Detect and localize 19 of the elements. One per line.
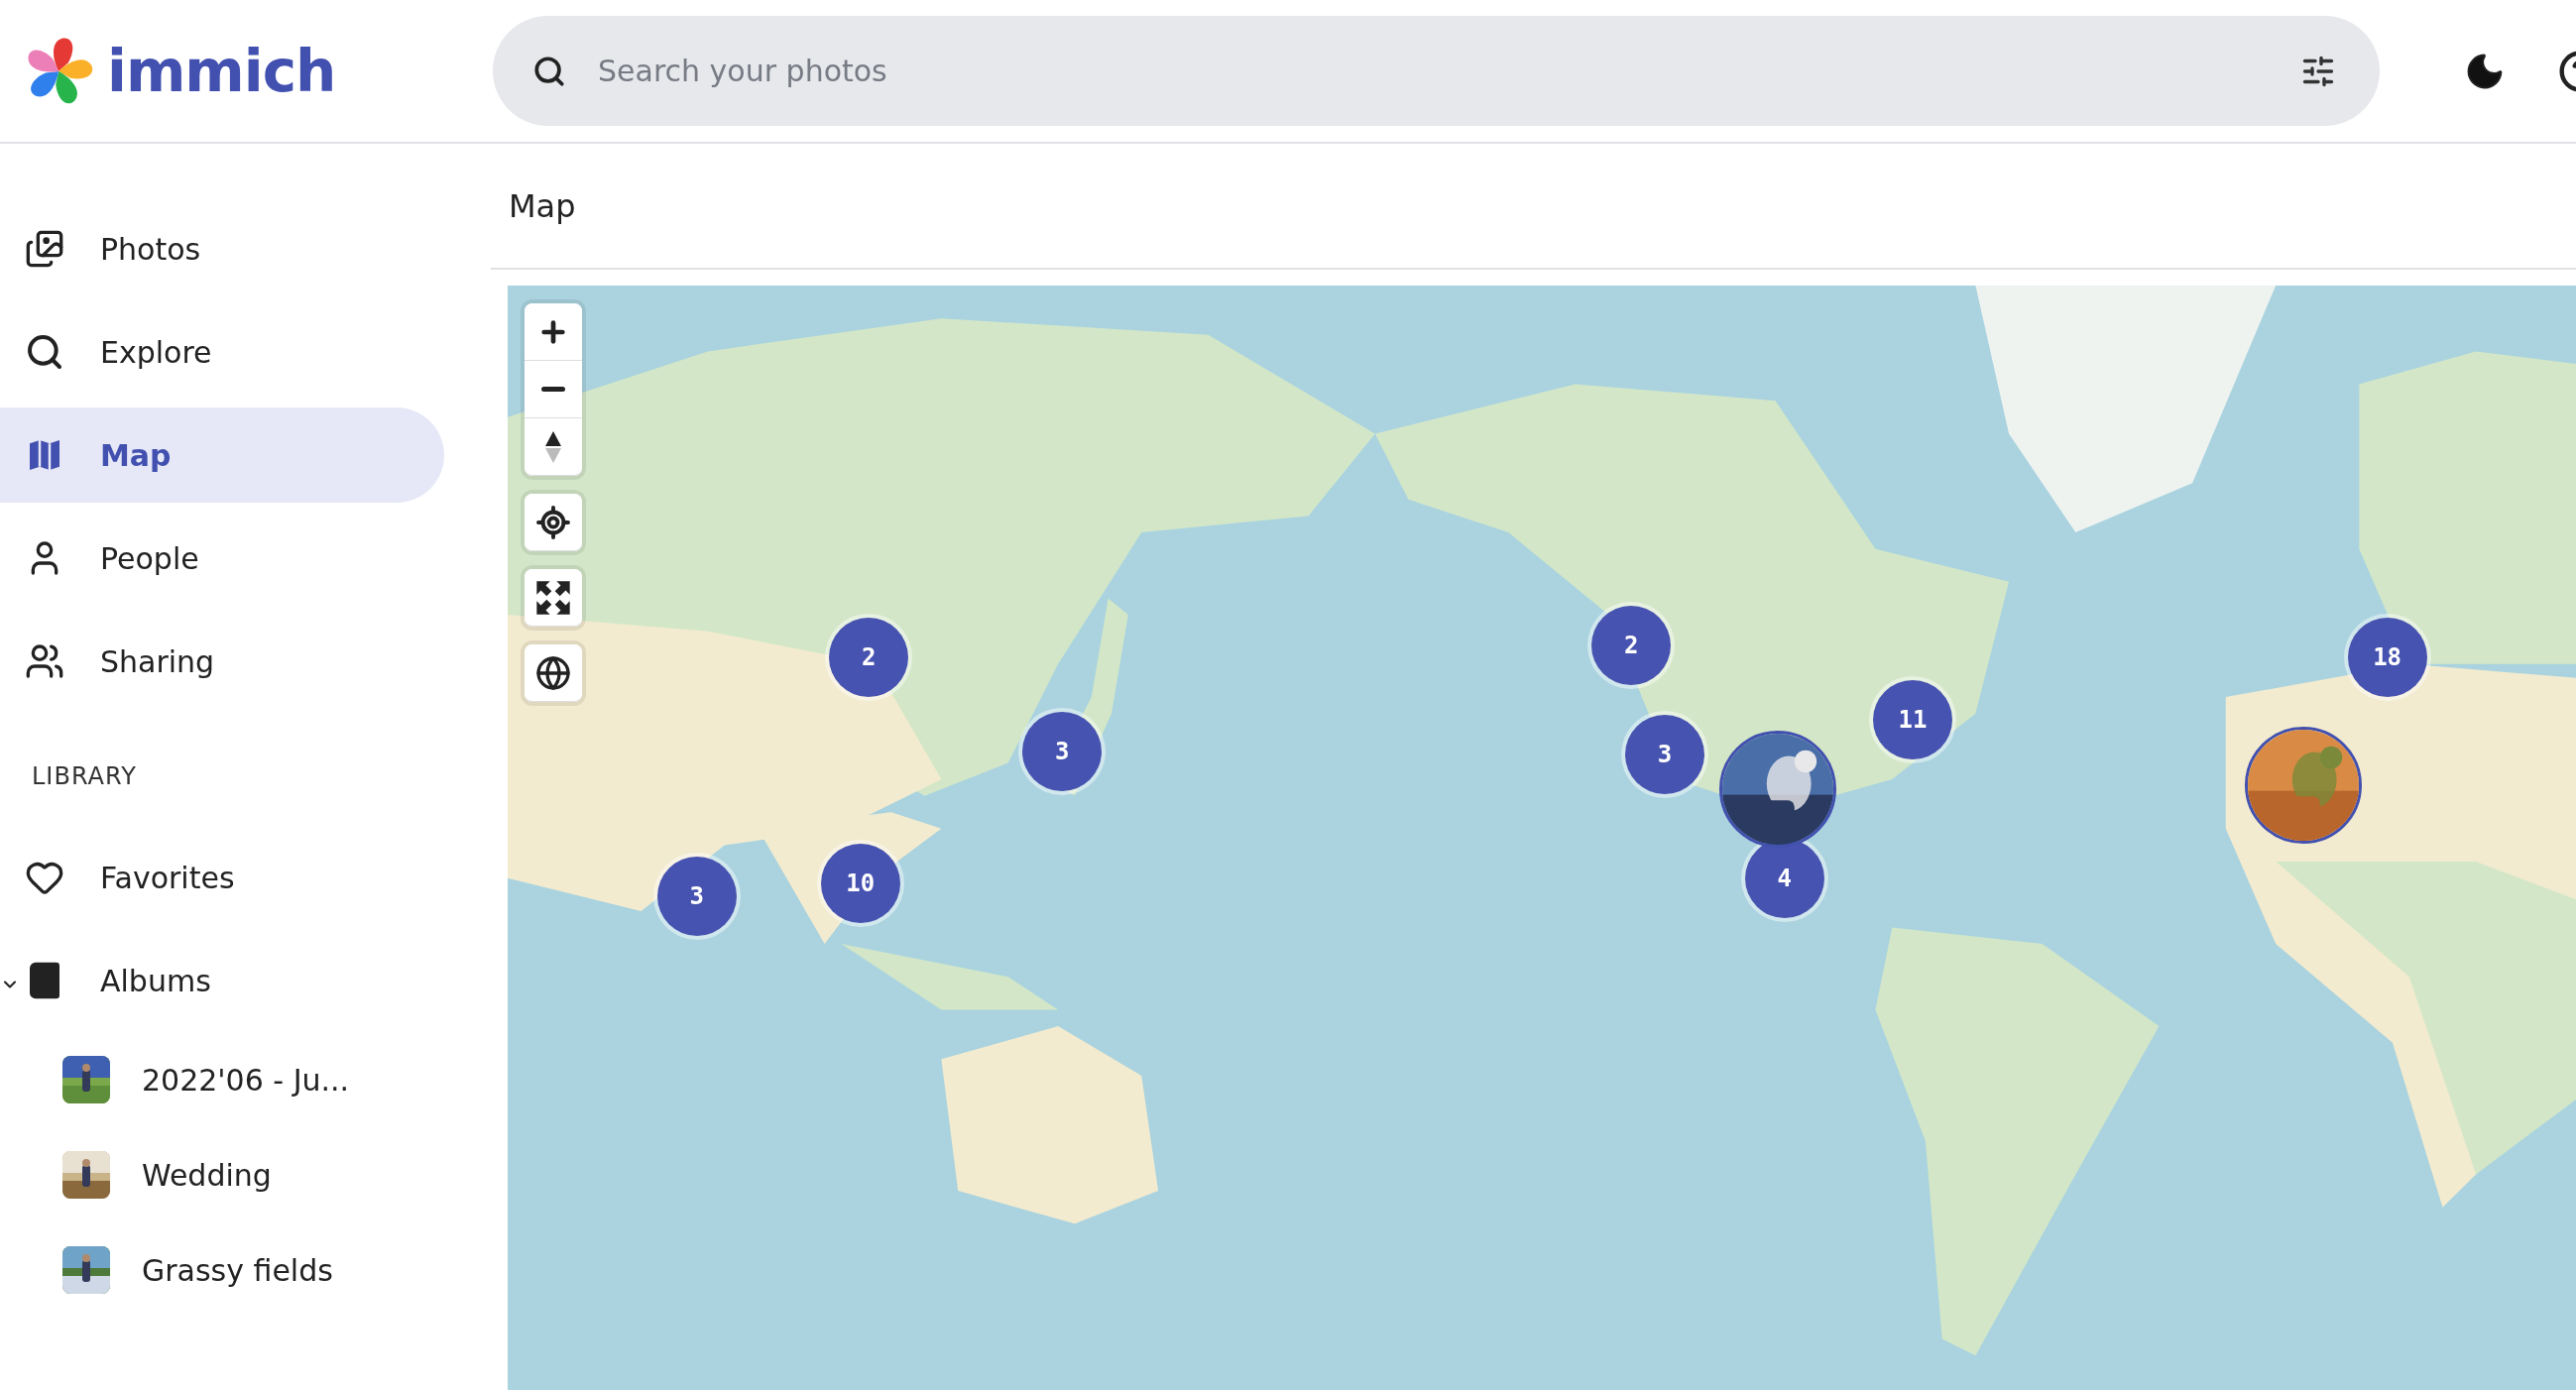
sidebar-item[interactable]: Favorites [0, 830, 444, 925]
sidebar-item[interactable]: Albums [0, 933, 444, 1028]
search-field[interactable]: Search your photos [493, 16, 2380, 126]
page-title: Map [509, 186, 576, 225]
album-item[interactable]: 2022'06 - Ju... [0, 1036, 491, 1123]
album-item[interactable]: Wedding [0, 1131, 491, 1218]
album-item[interactable]: Grassy fields [0, 1226, 491, 1314]
sidebar-item[interactable]: Explore [0, 304, 444, 400]
photos-icon [25, 229, 64, 269]
search-icon [25, 332, 64, 372]
logo-text: immich [107, 37, 336, 105]
sidebar-item[interactable]: Map [0, 407, 444, 503]
search-input[interactable]: Search your photos [596, 53, 2271, 89]
sidebar-item[interactable]: People [0, 511, 444, 606]
sidebar-item[interactable]: Sharing [0, 614, 444, 709]
sidebar-item[interactable]: Photos [0, 201, 444, 296]
people-icon [25, 641, 64, 681]
section-title: LIBRARY [31, 761, 138, 792]
search-icon [532, 54, 566, 88]
